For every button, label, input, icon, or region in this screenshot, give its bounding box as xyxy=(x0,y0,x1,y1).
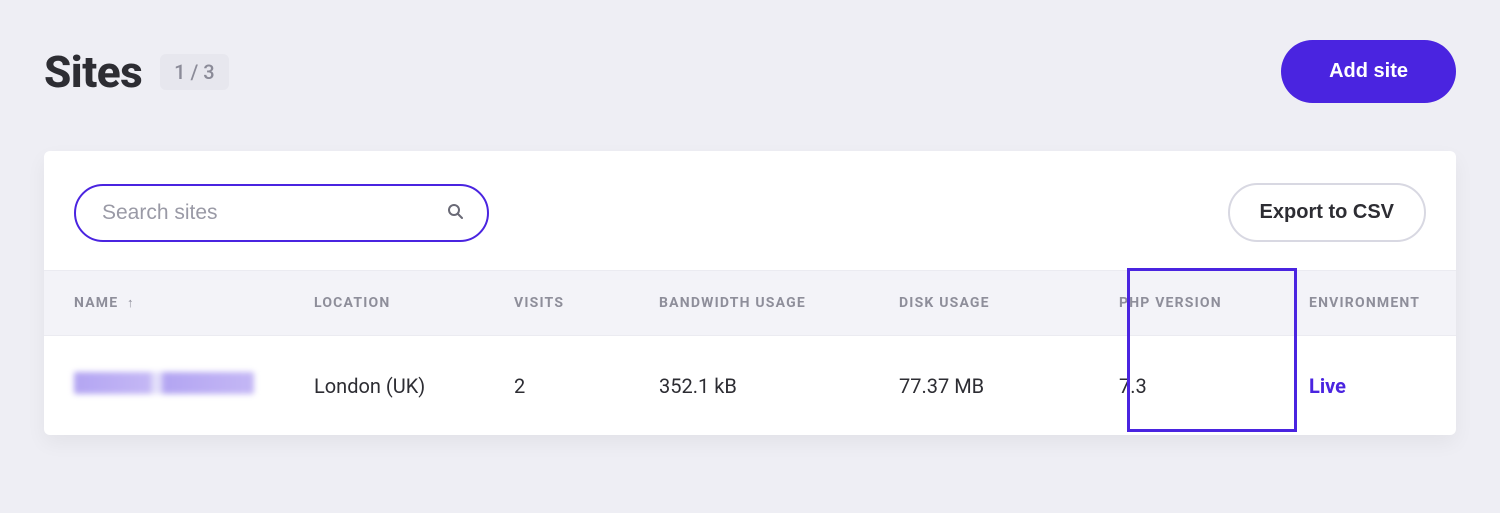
redacted-site-name xyxy=(74,372,254,394)
sites-card: Export to CSV NAME ↑ LOCATION VISITS BAN… xyxy=(44,151,1456,435)
col-header-bandwidth[interactable]: BANDWIDTH USAGE xyxy=(659,271,899,336)
sort-asc-icon: ↑ xyxy=(127,296,135,311)
cell-name xyxy=(44,336,314,436)
sites-table: NAME ↑ LOCATION VISITS BANDWIDTH USAGE D… xyxy=(44,270,1456,435)
card-toolbar: Export to CSV xyxy=(44,151,1456,270)
table-row[interactable]: London (UK) 2 352.1 kB 77.37 MB 7.3 Live xyxy=(44,336,1456,436)
export-csv-button[interactable]: Export to CSV xyxy=(1228,183,1426,242)
search-input[interactable] xyxy=(74,184,489,242)
col-header-disk[interactable]: DISK USAGE xyxy=(899,271,1084,336)
col-header-php[interactable]: PHP VERSION xyxy=(1084,271,1254,336)
col-header-name[interactable]: NAME ↑ xyxy=(44,271,314,336)
col-header-location[interactable]: LOCATION xyxy=(314,271,514,336)
table-header-row: NAME ↑ LOCATION VISITS BANDWIDTH USAGE D… xyxy=(44,271,1456,336)
col-header-name-label: NAME xyxy=(74,295,118,311)
cell-disk: 77.37 MB xyxy=(899,336,1084,436)
environment-link[interactable]: Live xyxy=(1309,374,1346,398)
page-header: Sites 1 / 3 Add site xyxy=(44,40,1456,103)
cell-php: 7.3 xyxy=(1084,336,1254,436)
header-left: Sites 1 / 3 xyxy=(44,46,229,98)
cell-bandwidth: 352.1 kB xyxy=(659,336,899,436)
col-header-env[interactable]: ENVIRONMENT xyxy=(1254,271,1456,336)
page-title: Sites xyxy=(44,46,142,98)
cell-env: Live xyxy=(1254,336,1456,436)
site-count-chip: 1 / 3 xyxy=(160,54,228,90)
cell-location: London (UK) xyxy=(314,336,514,436)
cell-visits: 2 xyxy=(514,336,659,436)
search-wrap xyxy=(74,184,489,242)
col-header-visits[interactable]: VISITS xyxy=(514,271,659,336)
add-site-button[interactable]: Add site xyxy=(1281,40,1456,103)
